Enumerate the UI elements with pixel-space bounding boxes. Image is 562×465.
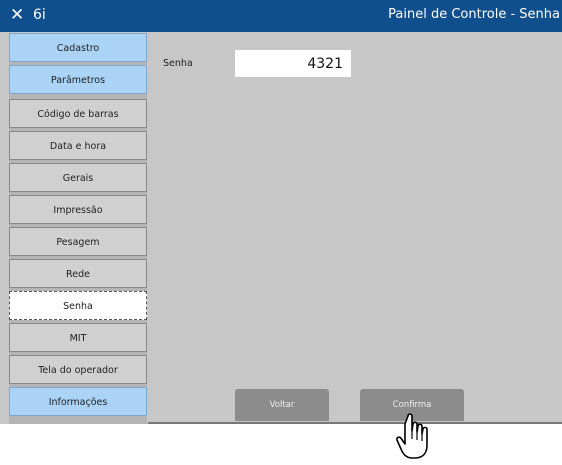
sidebar-item-parametros[interactable]: Parâmetros xyxy=(9,65,147,94)
sidebar-item-pesagem[interactable]: Pesagem xyxy=(9,227,147,256)
sidebar-item-impressao[interactable]: Impressão xyxy=(9,195,147,224)
voltar-button[interactable]: Voltar xyxy=(235,389,329,421)
hand-pointer-icon xyxy=(396,413,428,459)
sidebar-item-cadastro[interactable]: Cadastro xyxy=(9,33,147,62)
sidebar: Cadastro Parâmetros Código de barras Dat… xyxy=(9,33,147,424)
sidebar-item-codigo-de-barras[interactable]: Código de barras xyxy=(9,99,147,128)
main-frame: Cadastro Parâmetros Código de barras Dat… xyxy=(0,32,562,424)
sidebar-item-mit[interactable]: MIT xyxy=(9,323,147,352)
sidebar-item-informacoes[interactable]: Informações xyxy=(9,387,147,416)
sidebar-item-senha[interactable]: Senha xyxy=(9,291,147,320)
sidebar-item-tela-do-operador[interactable]: Tela do operador xyxy=(9,355,147,384)
panel-bottom-border xyxy=(148,422,562,424)
content-panel: Senha Voltar Confirma xyxy=(148,32,562,424)
sidebar-item-rede[interactable]: Rede xyxy=(9,259,147,288)
title-bar: ✕ 6i Painel de Controle - Senha xyxy=(0,0,562,32)
close-icon[interactable]: ✕ xyxy=(10,5,24,25)
sidebar-item-data-e-hora[interactable]: Data e hora xyxy=(9,131,147,160)
app-name: 6i xyxy=(33,7,46,23)
window-title: Painel de Controle - Senha xyxy=(388,7,560,22)
sidebar-item-gerais[interactable]: Gerais xyxy=(9,163,147,192)
senha-input[interactable] xyxy=(235,50,351,77)
senha-label: Senha xyxy=(163,58,193,69)
